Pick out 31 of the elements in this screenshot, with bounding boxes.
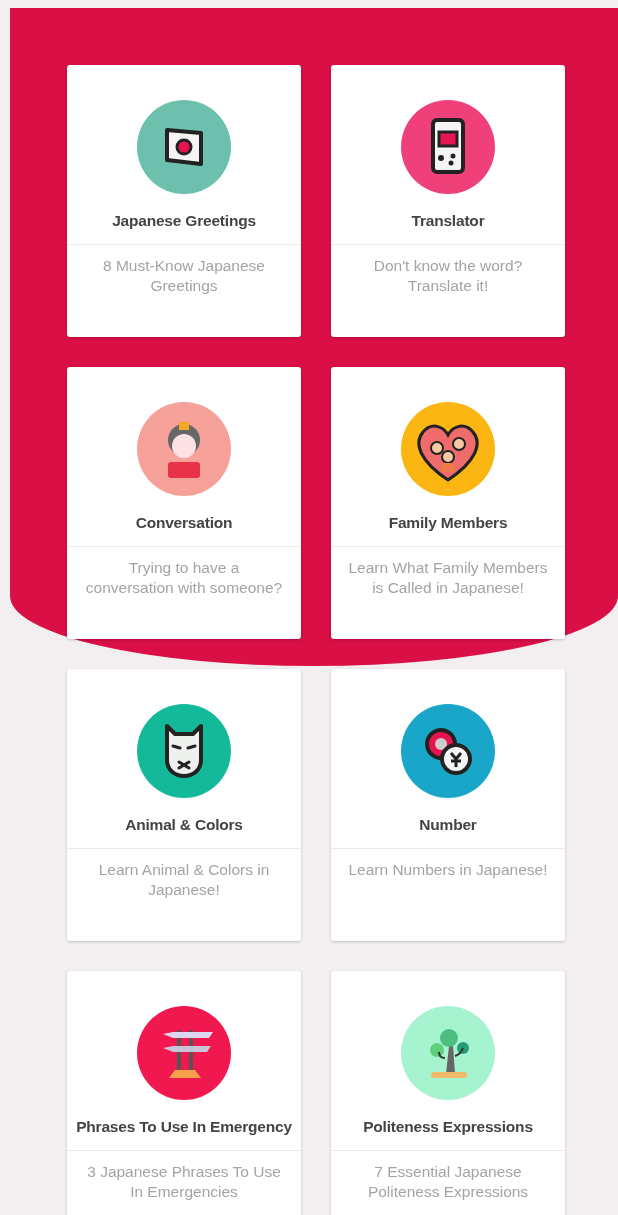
- topic-card[interactable]: Japanese Greetings 8 Must-Know Japanese Greetings: [67, 65, 301, 337]
- card-title: Number: [419, 816, 477, 834]
- card-description: 7 Essential Japanese Politeness Expressions: [366, 1162, 530, 1202]
- topic-card[interactable]: Translator Don't know the word? Translate it!: [331, 65, 565, 337]
- swords-icon: [137, 1006, 231, 1100]
- card-title: Phrases To Use In Emergency: [76, 1118, 292, 1136]
- bonsai-tree-icon: [401, 1006, 495, 1100]
- card-description: Learn Animal & Colors in Japanese!: [97, 860, 271, 900]
- card-description: 8 Must-Know Japanese Greetings: [102, 256, 266, 296]
- card-title: Family Members: [388, 514, 508, 532]
- handheld-device-icon: [401, 100, 495, 194]
- flag-icon: [137, 100, 231, 194]
- card-title: Japanese Greetings: [112, 212, 256, 230]
- topic-card[interactable]: Number Learn Numbers in Japanese!: [331, 669, 565, 941]
- topic-card[interactable]: Phrases To Use In Emergency 3 Japanese Phrases To Use In Emergencies: [67, 971, 301, 1215]
- card-title: Animal & Colors: [125, 816, 243, 834]
- cat-icon: [137, 704, 231, 798]
- card-title: Translator: [411, 212, 485, 230]
- topic-card[interactable]: Family Members Learn What Family Members is Called in Japanese!: [331, 367, 565, 639]
- figure-icon: [137, 402, 231, 496]
- card-description: 3 Japanese Phrases To Use In Emergencies: [86, 1162, 282, 1202]
- card-description: Trying to have a conversation with someone?: [84, 558, 284, 598]
- topic-card[interactable]: Conversation Trying to have a conversation with someone?: [67, 367, 301, 639]
- card-description: Don't know the word? Translate it!: [372, 256, 524, 296]
- card-title: Politeness Expressions: [363, 1118, 533, 1136]
- coins-icon: [401, 704, 495, 798]
- topic-card[interactable]: Politeness Expressions 7 Essential Japanese Politeness Expressions: [331, 971, 565, 1215]
- topic-card[interactable]: Animal & Colors Learn Animal & Colors in Japanese!: [67, 669, 301, 941]
- card-title: Conversation: [135, 514, 233, 532]
- card-description: Learn Numbers in Japanese!: [347, 860, 549, 880]
- card-description: Learn What Family Members is Called in Japanese!: [347, 558, 549, 598]
